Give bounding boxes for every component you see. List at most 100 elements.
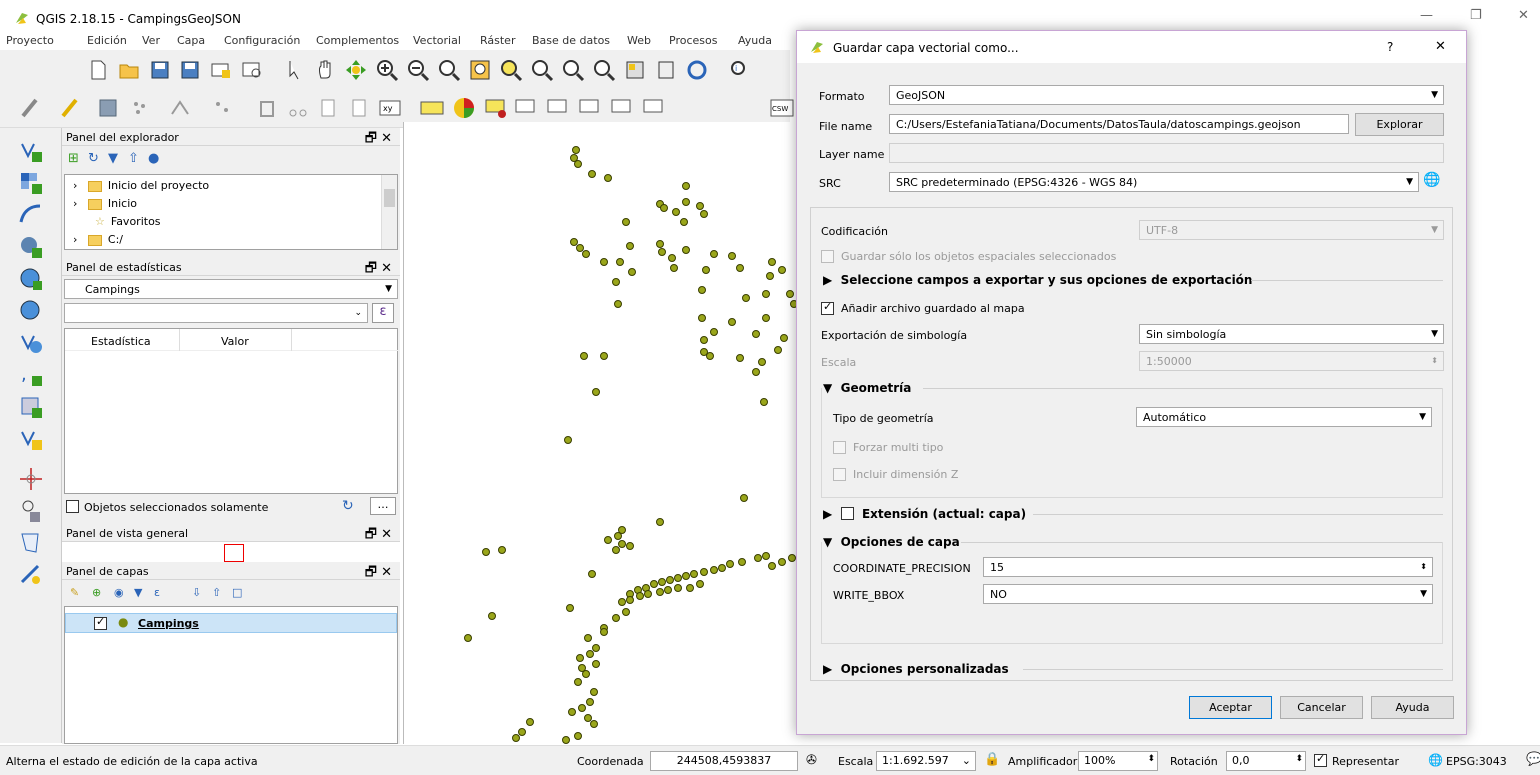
- panel-float-close-icon[interactable]: 🗗 ✕: [365, 259, 392, 281]
- gps-tools-icon[interactable]: [18, 498, 44, 524]
- save-edits-icon[interactable]: [96, 96, 120, 120]
- paste-features-icon[interactable]: [347, 96, 371, 120]
- new-shapefile-icon[interactable]: [18, 426, 44, 452]
- copy-features-icon[interactable]: [316, 96, 340, 120]
- save-selected-checkbox[interactable]: [821, 250, 834, 263]
- menu-edicion[interactable]: Edición: [87, 34, 127, 47]
- tree-item-home[interactable]: › Inicio: [73, 197, 137, 210]
- toggle-extents-icon[interactable]: ✇: [806, 753, 817, 768]
- map-canvas[interactable]: [403, 122, 798, 744]
- magnifier-field[interactable]: 100% ⬍: [1078, 751, 1158, 771]
- scale-field[interactable]: 1:1.692.597 ⌄: [876, 751, 976, 771]
- refresh-stats-icon[interactable]: ↻: [342, 498, 354, 514]
- add-spatialite-layer-icon[interactable]: [18, 202, 44, 228]
- new-project-icon[interactable]: [86, 58, 110, 82]
- composer-manager-icon[interactable]: [240, 58, 264, 82]
- dialog-close-icon[interactable]: ✕: [1435, 39, 1446, 54]
- zoom-next-icon[interactable]: [592, 58, 616, 82]
- move-feature-icon[interactable]: [168, 96, 192, 120]
- toggle-editing-icon[interactable]: [58, 96, 82, 120]
- coordinate-field[interactable]: 244508,4593837: [650, 751, 798, 771]
- select-fields-section[interactable]: ▶ Seleccione campos a exportar y sus opc…: [823, 273, 1252, 287]
- add-selected-icon[interactable]: ⊞: [68, 151, 79, 166]
- save-project-icon[interactable]: [148, 58, 172, 82]
- close-window-icon[interactable]: ✕: [1518, 8, 1529, 23]
- custom-options-section[interactable]: ▶ Opciones personalizadas: [823, 662, 1009, 676]
- stats-layer-select[interactable]: Campings ▼: [64, 279, 398, 299]
- ok-button[interactable]: Aceptar: [1189, 696, 1272, 719]
- lock-scale-icon[interactable]: 🔒: [984, 752, 1000, 767]
- browser-scrollbar[interactable]: [381, 175, 397, 249]
- menu-configuracion[interactable]: Configuración: [224, 34, 300, 47]
- opt-write-bbox-select[interactable]: NO ▼: [983, 584, 1433, 604]
- add-postgis-layer-icon[interactable]: [18, 234, 44, 260]
- symbology-select[interactable]: Sin simbología ▼: [1139, 324, 1444, 344]
- show-hide-labels-icon[interactable]: [546, 96, 570, 120]
- geomtype-select[interactable]: Automático ▼: [1136, 407, 1432, 427]
- show-bookmarks-icon[interactable]: [654, 58, 678, 82]
- rotate-label-icon[interactable]: [610, 96, 634, 120]
- overview-map[interactable]: [62, 542, 400, 562]
- zoom-selection-icon[interactable]: [499, 58, 523, 82]
- diagram-icon[interactable]: [452, 96, 476, 120]
- add-to-map-checkbox[interactable]: ✓: [821, 300, 834, 315]
- collapse-all-icon[interactable]: ⇧: [212, 586, 221, 599]
- identify-icon[interactable]: i: [728, 58, 752, 82]
- minimize-icon[interactable]: —: [1420, 8, 1433, 23]
- selected-only-checkbox[interactable]: [66, 500, 79, 513]
- field-calculator-icon[interactable]: xy: [378, 96, 402, 120]
- crs-select[interactable]: SRC predeterminado (EPSG:4326 - WGS 84) ▼: [889, 172, 1419, 192]
- cancel-button[interactable]: Cancelar: [1280, 696, 1363, 719]
- dialog-help-icon[interactable]: ?: [1387, 40, 1393, 54]
- browse-button[interactable]: Explorar: [1355, 113, 1444, 136]
- menu-ayuda[interactable]: Ayuda: [738, 34, 772, 47]
- print-composer-icon[interactable]: [209, 58, 233, 82]
- scale-input[interactable]: 1:50000 ⬍: [1139, 351, 1444, 371]
- highlight-labels-icon[interactable]: [514, 96, 538, 120]
- plugin-icon[interactable]: [18, 562, 44, 588]
- zoom-layer-icon[interactable]: [530, 58, 554, 82]
- delete-selected-icon[interactable]: [255, 96, 279, 120]
- csw-icon[interactable]: CSW: [770, 96, 794, 120]
- change-label-icon[interactable]: [642, 96, 666, 120]
- help-button[interactable]: Ayuda: [1371, 696, 1454, 719]
- current-edits-icon[interactable]: [18, 96, 42, 120]
- label-tool-icon[interactable]: [420, 96, 444, 120]
- pin-labels-icon[interactable]: [484, 96, 508, 120]
- menu-proyecto[interactable]: Proyecto: [6, 34, 54, 47]
- stats-field-select[interactable]: ⌄: [64, 303, 368, 323]
- refresh-icon[interactable]: [685, 58, 709, 82]
- crs-label[interactable]: EPSG:3043: [1446, 755, 1507, 768]
- more-options-button[interactable]: …: [370, 497, 396, 515]
- select-crs-icon[interactable]: 🌐: [1423, 172, 1440, 188]
- zoom-out-icon[interactable]: [406, 58, 430, 82]
- add-vector-layer-icon[interactable]: [18, 138, 44, 164]
- rotation-field[interactable]: 0,0 ⬍: [1226, 751, 1306, 771]
- add-delimited-text-icon[interactable]: ,: [18, 362, 44, 388]
- properties-icon[interactable]: ●: [148, 151, 159, 166]
- messages-icon[interactable]: 💬: [1526, 752, 1540, 767]
- layername-input[interactable]: [889, 143, 1444, 163]
- add-wms-layer-icon[interactable]: [18, 266, 44, 292]
- add-raster-layer-icon[interactable]: [18, 170, 44, 196]
- cut-features-icon[interactable]: [286, 96, 310, 120]
- extent-section[interactable]: ▶ Extensión (actual: capa): [823, 507, 1026, 521]
- overview-extent[interactable]: [224, 544, 244, 562]
- format-select[interactable]: GeoJSON ▼: [889, 85, 1444, 105]
- menu-capa[interactable]: Capa: [177, 34, 205, 47]
- save-as-icon[interactable]: [178, 58, 202, 82]
- crs-globe-icon[interactable]: 🌐: [1428, 753, 1443, 767]
- georeferencer-icon[interactable]: [18, 466, 44, 492]
- collapse-all-icon[interactable]: ⇧: [128, 151, 139, 166]
- add-group-icon[interactable]: ⊕: [92, 586, 101, 599]
- filter-expression-icon[interactable]: ε: [154, 586, 160, 599]
- style-icon[interactable]: ✎: [70, 586, 79, 599]
- filter-legend-icon[interactable]: ▼: [134, 586, 142, 599]
- add-virtual-layer-icon[interactable]: [18, 394, 44, 420]
- layer-visible-checkbox[interactable]: ✓: [94, 615, 107, 630]
- menu-raster[interactable]: Ráster: [480, 34, 515, 47]
- open-project-icon[interactable]: [117, 58, 141, 82]
- menu-base-datos[interactable]: Base de datos: [532, 34, 610, 47]
- vector-info-icon[interactable]: [18, 530, 44, 556]
- expand-all-icon[interactable]: ⇩: [192, 586, 201, 599]
